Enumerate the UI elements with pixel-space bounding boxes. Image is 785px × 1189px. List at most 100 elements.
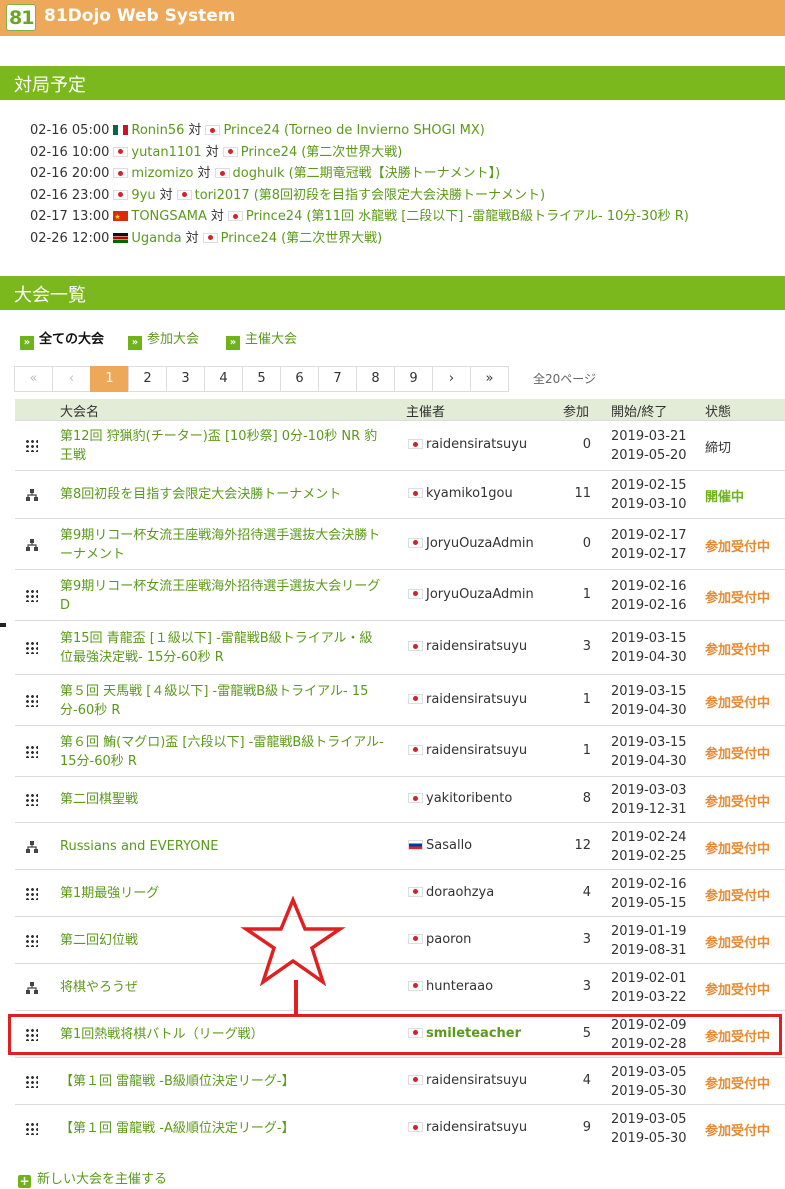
player-link[interactable]: doghulk	[233, 166, 285, 181]
page-9-button[interactable]: 9	[394, 366, 433, 392]
player-link[interactable]: Prince24	[221, 231, 278, 246]
host-link[interactable]: raidensiratsuyu	[426, 437, 527, 452]
tournament-name-link[interactable]: 【第１回 雷龍戦 -A級順位決定リーグ-】	[60, 1119, 385, 1138]
host-link[interactable]: raidensiratsuyu	[426, 639, 527, 654]
player-link[interactable]: Prince24	[241, 145, 298, 160]
player-link[interactable]: Prince24	[246, 209, 303, 224]
tournament-name-link[interactable]: 第9期リコー杯女流王座戦海外招待選手選抜大会リーグD	[60, 577, 385, 615]
page-5-button[interactable]: 5	[242, 366, 281, 392]
last-page-button[interactable]: »	[470, 366, 509, 392]
chevron-right-icon: »	[226, 336, 240, 350]
table-row[interactable]: 【第１回 雷龍戦 -A級順位決定リーグ-】 raidensiratsuyu 9 201…	[15, 1104, 785, 1152]
tab-label: 全ての大会	[39, 332, 105, 347]
event-link[interactable]: (第11回 水龍戦 [二段以下] -雷龍戦B級トライアル- 10分-30秒 R)	[306, 209, 688, 224]
player-link[interactable]: Prince24	[223, 123, 280, 138]
page-6-button[interactable]: 6	[280, 366, 319, 392]
event-link[interactable]: (第二期竜冠戦【決勝トーナメント】)	[289, 166, 501, 181]
player-link[interactable]: tori2017	[195, 188, 250, 203]
event-link[interactable]: (Torneo de Invierno SHOGI MX)	[284, 123, 485, 138]
tab-hosted-tournaments[interactable]: » 主催大会	[226, 331, 297, 350]
status-badge: 参加受付中	[705, 795, 771, 810]
app-logo[interactable]: 81	[6, 4, 36, 31]
event-name: (第二期竜冠戦【決勝トーナメント】)	[288, 166, 501, 181]
col-status: 状態	[705, 405, 732, 420]
col-participants: 参加	[563, 405, 590, 420]
tournament-name-link[interactable]: 第12回 狩猟豹(チーター)盃 [10秒祭] 0分-10秒 NR 豹王戦	[60, 427, 385, 465]
table-row[interactable]: 第二回棋聖戦 yakitoribento 8 2019-03-03 2019-12-31…	[15, 776, 785, 822]
start-date: 2019-03-15	[611, 683, 687, 699]
league-grid-icon	[25, 793, 38, 806]
next-page-button[interactable]: ›	[432, 366, 471, 392]
player-link[interactable]: Ronin56	[131, 123, 184, 138]
flag-jp-icon	[113, 146, 129, 157]
host-link[interactable]: raidensiratsuyu	[426, 1120, 527, 1135]
participant-count: 3	[582, 639, 591, 654]
host-link[interactable]: raidensiratsuyu	[426, 692, 527, 707]
prev-page-button[interactable]: ‹	[52, 366, 91, 392]
end-date: 2019-05-30	[611, 1083, 687, 1099]
tournament-name-link[interactable]: 第15回 青龍盃 [１級以下] -雷龍戦B級トライアル・級位最強決定戦- 15分…	[60, 629, 385, 667]
flag-jp-icon	[113, 189, 129, 200]
table-row[interactable]: 第５回 天馬戦 [４級以下] -雷龍戦B級トライアル- 15分-60秒 R rai…	[15, 674, 785, 725]
player-link[interactable]: yutan1101	[131, 145, 201, 160]
host-link[interactable]: doraohzya	[426, 885, 494, 900]
event-link[interactable]: (第二次世界大戦)	[301, 145, 402, 160]
host-link[interactable]: hunteraao	[426, 979, 493, 994]
page-2-button[interactable]: 2	[128, 366, 167, 392]
host-cell: kyamiko1gou	[408, 486, 513, 501]
player-link[interactable]: TONGSAMA	[131, 209, 206, 224]
host-link[interactable]: JoryuOuzaAdmin	[426, 536, 534, 551]
table-row[interactable]: 第12回 狩猟豹(チーター)盃 [10秒祭] 0分-10秒 NR 豹王戦 raid…	[15, 420, 785, 470]
end-date: 2019-04-30	[611, 753, 687, 769]
end-date: 2019-05-20	[611, 448, 687, 463]
page-7-button[interactable]: 7	[318, 366, 357, 392]
tournament-name-link[interactable]: 第8回初段を目指す会限定大会決勝トーナメント	[60, 485, 385, 504]
player-link[interactable]: mizomizo	[131, 166, 193, 181]
event-link[interactable]: (第二次世界大戦)	[281, 231, 382, 246]
end-date: 2019-03-22	[611, 989, 687, 1005]
host-link[interactable]: paoron	[426, 932, 471, 947]
table-row[interactable]: 【第１回 雷龍戦 -B級順位決定リーグ-】 raidensiratsuyu 4 201…	[15, 1057, 785, 1104]
start-date: 2019-02-16	[611, 876, 687, 892]
first-page-button[interactable]: «	[14, 366, 53, 392]
tournament-name-link[interactable]: 第６回 鮪(マグロ)盃 [六段以下] -雷龍戦B級トライアル- 15分-60秒 …	[60, 733, 385, 771]
tournament-name-link[interactable]: 第二回棋聖戦	[60, 790, 385, 809]
tournament-name-link[interactable]: 【第１回 雷龍戦 -B級順位決定リーグ-】	[60, 1072, 385, 1091]
host-link[interactable]: raidensiratsuyu	[426, 743, 527, 758]
host-link[interactable]: kyamiko1gou	[426, 486, 513, 501]
player-link[interactable]: Uganda	[131, 231, 181, 246]
host-new-tournament-link[interactable]: + 新しい大会を主催する	[18, 1168, 167, 1188]
page-1-button[interactable]: 1	[90, 366, 129, 392]
league-grid-icon	[25, 641, 38, 654]
tab-joined-tournaments[interactable]: » 参加大会	[128, 331, 199, 350]
host-link[interactable]: raidensiratsuyu	[426, 1073, 527, 1088]
league-grid-icon	[25, 744, 38, 758]
host-link[interactable]: JoryuOuzaAdmin	[426, 587, 534, 602]
player-link[interactable]: 9yu	[131, 188, 155, 203]
table-row[interactable]: 第1期最強リーグ doraohzya 4 2019-02-16 2019-05-15 参加…	[15, 869, 785, 916]
table-row[interactable]: 第二回幻位戦 paoron 3 2019-01-19 2019-08-31 参加受付中	[15, 916, 785, 963]
table-row[interactable]: 第9期リコー杯女流王座戦海外招待選手選抜大会決勝トーナメント JoryuOuzaA…	[15, 518, 785, 569]
status-badge: 参加受付中	[705, 888, 771, 904]
table-row[interactable]: 第9期リコー杯女流王座戦海外招待選手選抜大会リーグD JoryuOuzaAdmin…	[15, 569, 785, 620]
host-link[interactable]: Sasallo	[426, 838, 472, 853]
tournament-name-link[interactable]: 第9期リコー杯女流王座戦海外招待選手選抜大会決勝トーナメント	[60, 526, 385, 564]
status-badge: 開催中	[705, 490, 745, 505]
host-link[interactable]: yakitoribento	[426, 791, 512, 806]
table-row[interactable]: 第６回 鮪(マグロ)盃 [六段以下] -雷龍戦B級トライアル- 15分-60秒 …	[15, 725, 785, 776]
table-row[interactable]: 将棋やろうぜ hunteraao 3 2019-02-01 2019-03-22 参加受付…	[15, 963, 785, 1010]
table-row[interactable]: 第15回 青龍盃 [１級以下] -雷龍戦B級トライアル・級位最強決定戦- 15分…	[15, 620, 785, 674]
page-8-button[interactable]: 8	[356, 366, 395, 392]
table-row[interactable]: Russians and EVERYONE Sasallo 12 2019-02-24…	[15, 822, 785, 869]
page-4-button[interactable]: 4	[204, 366, 243, 392]
event-link[interactable]: (第8回初段を目指す会限定大会決勝トーナメント)	[254, 188, 545, 203]
page-3-button[interactable]: 3	[166, 366, 205, 392]
tab-all-tournaments[interactable]: » 全ての大会	[20, 331, 104, 350]
app-title[interactable]: 81Dojo Web System	[44, 6, 235, 26]
start-date: 2019-03-21	[611, 429, 687, 444]
table-row[interactable]: 第8回初段を目指す会限定大会決勝トーナメント kyamiko1gou 11 2019-…	[15, 470, 785, 518]
annotation-highlight-box	[8, 1014, 782, 1055]
participant-count: 12	[574, 837, 591, 853]
tournament-name-link[interactable]: Russians and EVERYONE	[60, 837, 385, 856]
tournament-name-link[interactable]: 第５回 天馬戦 [４級以下] -雷龍戦B級トライアル- 15分-60秒 R	[60, 682, 385, 720]
